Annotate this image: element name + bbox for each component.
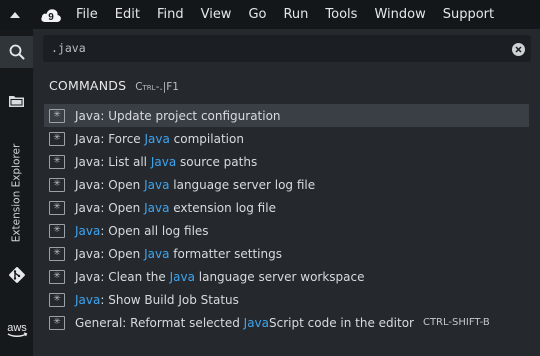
command-label: General: Reformat selected JavaScript co…: [75, 316, 414, 330]
match-highlight: Java: [144, 200, 170, 215]
source-control-button[interactable]: [0, 259, 33, 291]
command-item[interactable]: ✳ Java: Clean the Java language server wo…: [44, 265, 529, 288]
menu-file[interactable]: File: [76, 7, 98, 22]
commands-title: COMMANDS: [49, 78, 127, 93]
match-highlight: Java: [169, 269, 195, 284]
command-item[interactable]: ✳ Java: Show Build Job Status: [44, 288, 529, 311]
command-icon: ✳: [49, 269, 65, 284]
folder-icon: [9, 96, 24, 107]
menu-find[interactable]: Find: [157, 7, 184, 22]
extension-explorer-label: Extension Explorer: [10, 143, 23, 243]
command-text: Java: List all: [75, 154, 151, 169]
command-label: Java: Open Java extension log file: [75, 201, 276, 215]
menu-go[interactable]: Go: [248, 7, 266, 22]
menu-window[interactable]: Window: [374, 7, 425, 22]
svg-text:aws: aws: [7, 322, 27, 334]
command-text: formatter settings: [169, 246, 282, 261]
match-highlight: Java: [144, 246, 170, 261]
cloud9-logo-icon[interactable]: 9: [40, 4, 62, 26]
environment-panel-button[interactable]: [0, 85, 33, 117]
command-shortcut: CTRL-SHIFT-B: [422, 317, 490, 328]
menu-bar: 9 File Edit Find View Go Run Tools Windo…: [0, 0, 540, 29]
command-label: Java: Open Java formatter settings: [75, 247, 282, 261]
command-label: Java: List all Java source paths: [75, 155, 257, 169]
command-item[interactable]: ✳ Java: List all Java source paths: [44, 150, 529, 173]
command-label: Java: Open all log files: [75, 224, 209, 238]
git-icon: [8, 267, 25, 283]
command-icon: ✳: [49, 223, 65, 238]
command-icon: ✳: [49, 315, 65, 330]
command-text: language server log file: [169, 177, 316, 192]
command-icon: ✳: [49, 154, 65, 169]
search-icon: [9, 44, 24, 60]
command-text: : Show Build Job Status: [100, 292, 239, 307]
command-text: extension log file: [169, 200, 276, 215]
match-highlight: Java: [75, 292, 101, 307]
command-text: Java: Open: [75, 177, 145, 192]
commands-header: COMMANDS Ctrl-.|F1: [49, 78, 179, 93]
match-highlight: Java: [243, 315, 270, 330]
command-text: language server workspace: [194, 269, 365, 284]
menu-support[interactable]: Support: [443, 7, 494, 22]
command-label: Java: Update project configuration: [75, 109, 281, 123]
match-highlight: Java: [144, 131, 170, 146]
command-text: compilation: [169, 131, 244, 146]
menu-run[interactable]: Run: [283, 7, 308, 22]
command-text: Script code in the editor: [269, 315, 414, 330]
match-highlight: Java: [75, 223, 101, 238]
command-item[interactable]: ✳ Java: Update project configuration: [44, 104, 529, 127]
search-panel-button[interactable]: [0, 36, 33, 68]
command-item[interactable]: ✳ Java: Open all log files: [44, 219, 529, 242]
command-text: Java: Clean the: [75, 269, 170, 284]
command-text: General: Reformat selected: [75, 315, 244, 330]
extension-explorer-tab[interactable]: Extension Explorer: [0, 143, 33, 243]
command-text: Java: Update project configuration: [75, 108, 281, 123]
command-item[interactable]: ✳ Java: Open Java formatter settings: [44, 242, 529, 265]
command-list: ✳ Java: Update project configuration ✳ Java…: [44, 104, 529, 334]
command-item[interactable]: ✳ Java: Open Java extension log file: [44, 196, 529, 219]
clear-icon[interactable]: [512, 43, 525, 56]
command-text: source paths: [176, 154, 258, 169]
command-palette: COMMANDS Ctrl-.|F1 ✳ Java: Update project…: [33, 29, 540, 356]
aws-toolkit-button[interactable]: aws: [0, 314, 33, 346]
command-label: Java: Show Build Job Status: [75, 293, 239, 307]
command-item[interactable]: ✳ Java: Force Java compilation: [44, 127, 529, 150]
command-label: Java: Clean the Java language server wor…: [75, 270, 365, 284]
command-label: Java: Open Java language server log file: [75, 178, 315, 192]
menu-edit[interactable]: Edit: [115, 7, 140, 22]
svg-text:9: 9: [48, 12, 54, 23]
menu-tools[interactable]: Tools: [325, 7, 357, 22]
command-icon: ✳: [49, 131, 65, 146]
search-box: [43, 35, 531, 62]
command-icon: ✳: [49, 177, 65, 192]
command-text: : Open all log files: [100, 223, 209, 238]
command-text: Java: Open: [75, 200, 145, 215]
command-icon: ✳: [49, 246, 65, 261]
menu-view[interactable]: View: [201, 7, 232, 22]
match-highlight: Java: [150, 154, 177, 169]
command-search-input[interactable]: [51, 40, 491, 56]
match-highlight: Java: [144, 177, 170, 192]
command-label: Java: Force Java compilation: [75, 132, 244, 146]
command-icon: ✳: [49, 292, 65, 307]
activity-bar: Extension Explorer aws: [0, 29, 33, 356]
aws-logo: aws: [7, 322, 27, 337]
commands-shortcut: Ctrl-.|F1: [135, 81, 179, 93]
command-text: Java: Force: [75, 131, 145, 146]
command-icon: ✳: [49, 108, 65, 123]
command-text: Java: Open: [75, 246, 145, 261]
command-icon: ✳: [49, 200, 65, 215]
caret-up-icon[interactable]: [10, 11, 20, 18]
command-item[interactable]: ✳ General: Reformat selected JavaScript c…: [44, 311, 529, 334]
command-item[interactable]: ✳ Java: Open Java language server log fil…: [44, 173, 529, 196]
